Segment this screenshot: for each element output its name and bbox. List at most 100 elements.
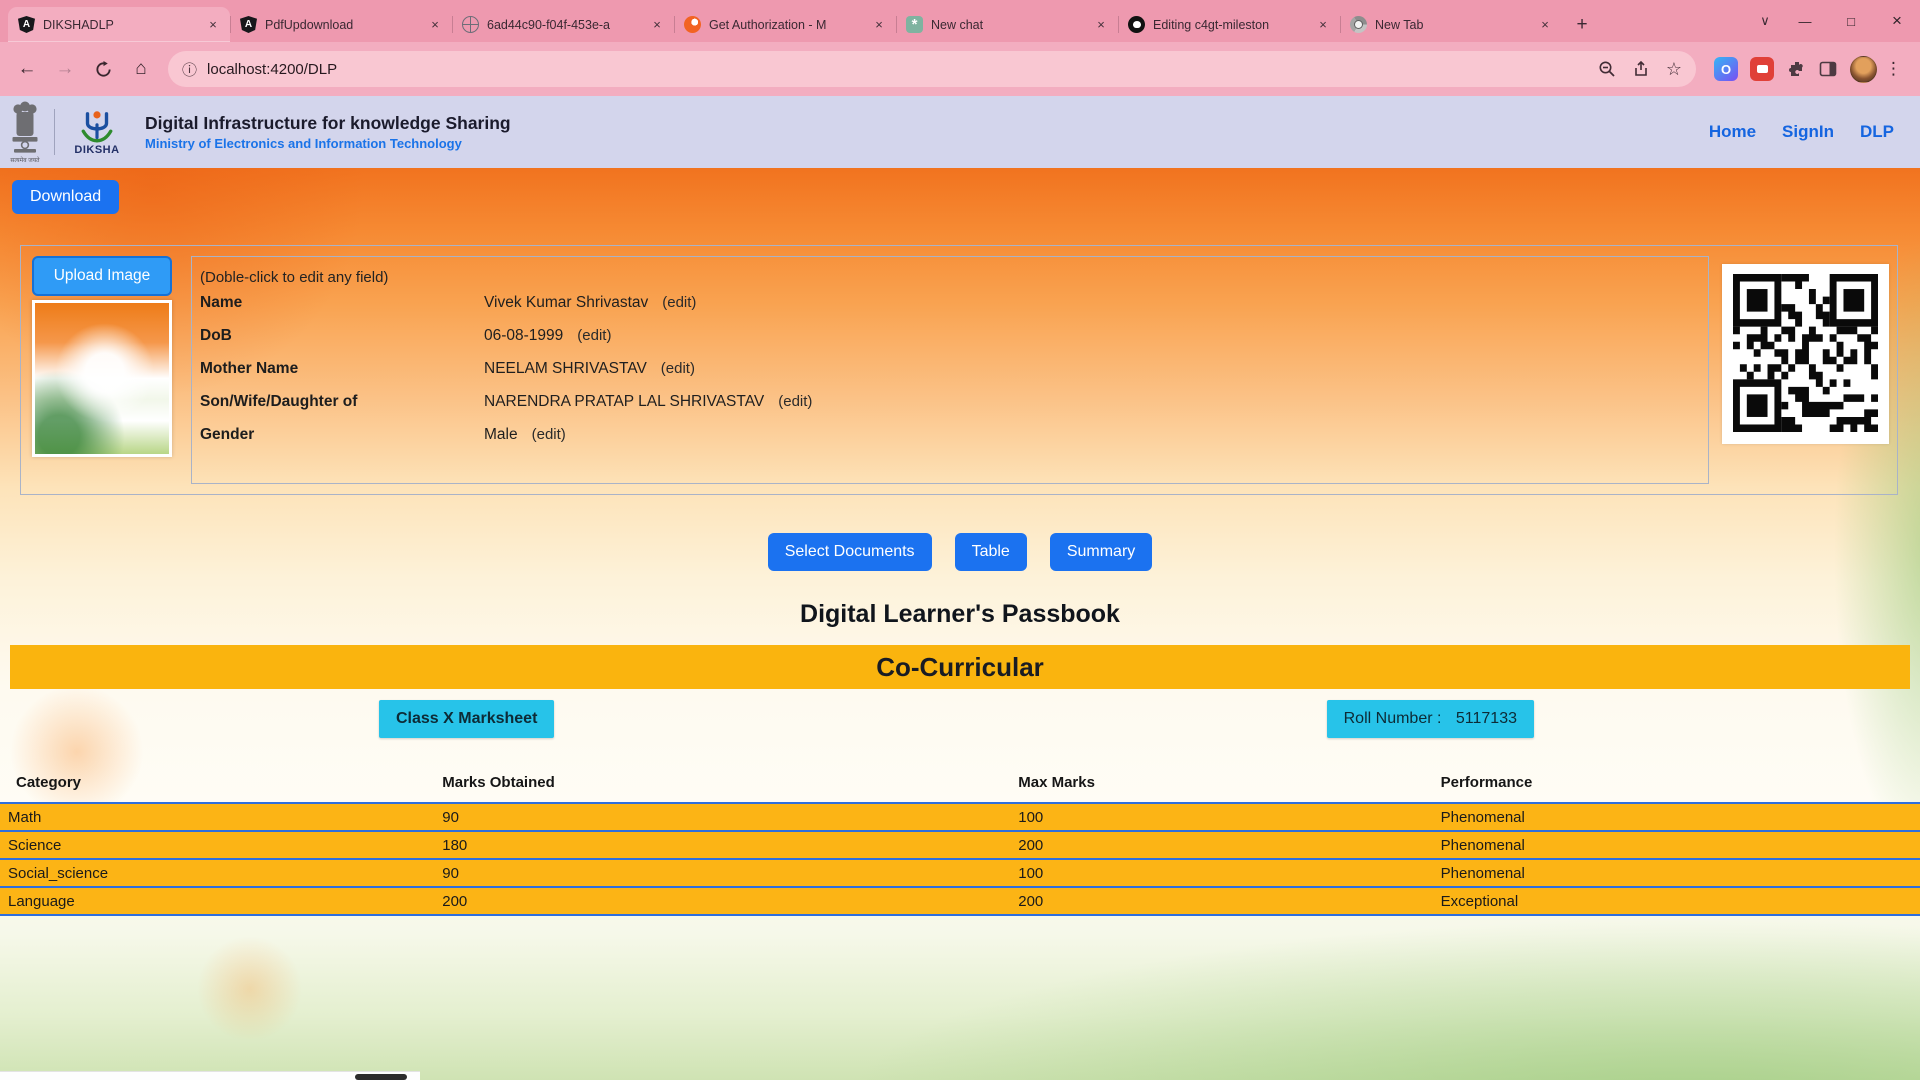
field-value[interactable]: NEELAM SHRIVASTAV bbox=[484, 360, 647, 378]
tab-new-tab[interactable]: New Tab × bbox=[1340, 7, 1562, 42]
field-row-name: Name Vivek Kumar Shrivastav (edit) bbox=[200, 294, 1698, 327]
chrome-icon bbox=[1350, 16, 1367, 33]
field-label: Name bbox=[200, 294, 484, 312]
tab-dikshadlp[interactable]: A DIKSHADLP × bbox=[8, 7, 230, 42]
tab-title: DIKSHADLP bbox=[43, 18, 196, 32]
tab-title: New chat bbox=[931, 18, 1084, 32]
field-label: DoB bbox=[200, 327, 484, 345]
field-row-gender: Gender Male (edit) bbox=[200, 426, 1698, 459]
field-value[interactable]: Male bbox=[484, 426, 518, 444]
field-value[interactable]: NARENDRA PRATAP LAL SHRIVASTAV bbox=[484, 393, 764, 411]
roll-number-value: 5117133 bbox=[1456, 710, 1517, 727]
globe-icon bbox=[462, 16, 479, 33]
nav-link-signin[interactable]: SignIn bbox=[1782, 122, 1834, 142]
cell-max-marks: 200 bbox=[1002, 831, 1424, 859]
emblem-caption: सत्यमेव जयते bbox=[10, 158, 40, 164]
dlp-page: Download Upload Image (Doble-click to ed… bbox=[0, 168, 1920, 1080]
cell-max-marks: 200 bbox=[1002, 887, 1424, 915]
chatgpt-icon: * bbox=[906, 16, 923, 33]
field-value[interactable]: 06-08-1999 bbox=[484, 327, 563, 345]
table-button[interactable]: Table bbox=[955, 533, 1027, 571]
field-label: Mother Name bbox=[200, 360, 484, 378]
edit-link[interactable]: (edit) bbox=[778, 393, 812, 410]
tab-title: Editing c4gt-mileston bbox=[1153, 18, 1306, 32]
tab-get-authorization[interactable]: Get Authorization - M × bbox=[674, 7, 896, 42]
tab-close-icon[interactable]: × bbox=[1092, 16, 1110, 34]
tab-close-icon[interactable]: × bbox=[204, 16, 222, 34]
nav-link-dlp[interactable]: DLP bbox=[1860, 122, 1894, 142]
cell-marks-obtained: 180 bbox=[426, 831, 1002, 859]
browser-menu-icon[interactable]: ⋮ bbox=[1881, 59, 1910, 79]
cell-max-marks: 100 bbox=[1002, 859, 1424, 887]
cell-performance: Phenomenal bbox=[1425, 831, 1920, 859]
summary-button[interactable]: Summary bbox=[1050, 533, 1152, 571]
edit-link[interactable]: (edit) bbox=[661, 360, 695, 377]
edit-link[interactable]: (edit) bbox=[532, 426, 566, 443]
scrollbar-thumb[interactable] bbox=[355, 1074, 407, 1080]
tab-close-icon[interactable]: × bbox=[1536, 16, 1554, 34]
table-row: Science 180 200 Phenomenal bbox=[0, 831, 1920, 859]
tab-search-chevron-icon[interactable]: ∨ bbox=[1748, 13, 1782, 29]
class-x-marksheet-button[interactable]: Class X Marksheet bbox=[379, 700, 554, 738]
qr-code bbox=[1722, 264, 1889, 444]
tab-close-icon[interactable]: × bbox=[648, 16, 666, 34]
cell-category: Social_science bbox=[0, 859, 426, 887]
nav-link-home[interactable]: Home bbox=[1709, 122, 1756, 142]
section-banner: Co-Curricular bbox=[10, 645, 1910, 689]
download-button[interactable]: Download bbox=[12, 180, 119, 214]
profile-avatar[interactable] bbox=[1850, 56, 1877, 83]
field-label: Gender bbox=[200, 426, 484, 444]
field-row-guardian: Son/Wife/Daughter of NARENDRA PRATAP LAL… bbox=[200, 393, 1698, 426]
share-icon[interactable] bbox=[1632, 60, 1650, 78]
edit-link[interactable]: (edit) bbox=[662, 294, 696, 311]
tab-close-icon[interactable]: × bbox=[870, 16, 888, 34]
tab-new-chat[interactable]: * New chat × bbox=[896, 7, 1118, 42]
profile-card: Upload Image (Doble-click to edit any fi… bbox=[20, 245, 1898, 495]
window-close-button[interactable]: × bbox=[1874, 0, 1920, 42]
back-icon[interactable]: ← bbox=[10, 52, 44, 86]
tab-pdfupdownload[interactable]: A PdfUpdownload × bbox=[230, 7, 452, 42]
zoom-icon[interactable] bbox=[1598, 60, 1616, 78]
select-documents-button[interactable]: Select Documents bbox=[768, 533, 932, 571]
diksha-logo: DIKSHA bbox=[69, 108, 125, 156]
window-minimize-button[interactable]: — bbox=[1782, 0, 1828, 42]
roll-number-button[interactable]: Roll Number : 5117133 bbox=[1327, 700, 1534, 738]
url-text[interactable]: localhost:4200/DLP bbox=[207, 61, 1588, 78]
roll-number-label: Roll Number : bbox=[1344, 710, 1442, 727]
cell-marks-obtained: 90 bbox=[426, 803, 1002, 831]
field-value[interactable]: Vivek Kumar Shrivastav bbox=[484, 294, 648, 312]
edit-hint: (Doble-click to edit any field) bbox=[200, 269, 1698, 286]
browser-toolbar: ← → ⌂ ⓘ localhost:4200/DLP ☆ O ⋮ bbox=[0, 42, 1920, 96]
reload-icon[interactable] bbox=[86, 52, 120, 86]
address-bar[interactable]: ⓘ localhost:4200/DLP ☆ bbox=[168, 51, 1696, 87]
side-panel-icon[interactable] bbox=[1818, 59, 1838, 79]
tab-close-icon[interactable]: × bbox=[1314, 16, 1332, 34]
extension-red-icon[interactable] bbox=[1750, 57, 1774, 81]
cell-category: Math bbox=[0, 803, 426, 831]
profile-image bbox=[32, 300, 172, 457]
home-icon[interactable]: ⌂ bbox=[124, 52, 158, 86]
bookmark-star-icon[interactable]: ☆ bbox=[1666, 59, 1682, 80]
tab-editing-c4gt[interactable]: Editing c4gt-mileston × bbox=[1118, 7, 1340, 42]
column-header-performance: Performance bbox=[1425, 765, 1920, 803]
window-maximize-button[interactable]: □ bbox=[1828, 0, 1874, 42]
field-row-dob: DoB 06-08-1999 (edit) bbox=[200, 327, 1698, 360]
tab-close-icon[interactable]: × bbox=[426, 16, 444, 34]
extension-o-icon[interactable]: O bbox=[1714, 57, 1738, 81]
table-row: Language 200 200 Exceptional bbox=[0, 887, 1920, 915]
edit-link[interactable]: (edit) bbox=[577, 327, 611, 344]
site-info-icon[interactable]: ⓘ bbox=[182, 59, 197, 80]
tab-title: Get Authorization - M bbox=[709, 18, 862, 32]
browser-tab-strip: A DIKSHADLP × A PdfUpdownload × 6ad44c90… bbox=[0, 0, 1920, 42]
table-header-row: Category Marks Obtained Max Marks Perfor… bbox=[0, 765, 1920, 803]
diksha-logo-text: DIKSHA bbox=[74, 144, 119, 156]
forward-icon[interactable]: → bbox=[48, 52, 82, 86]
extensions-puzzle-icon[interactable] bbox=[1786, 59, 1806, 79]
new-tab-button[interactable]: + bbox=[1568, 11, 1596, 39]
document-actions: Select Documents Table Summary bbox=[0, 533, 1920, 571]
upload-image-button[interactable]: Upload Image bbox=[32, 256, 172, 296]
tab-uuid-page[interactable]: 6ad44c90-f04f-453e-a × bbox=[452, 7, 674, 42]
cell-performance: Exceptional bbox=[1425, 887, 1920, 915]
horizontal-scrollbar[interactable] bbox=[0, 1071, 420, 1080]
cell-marks-obtained: 90 bbox=[426, 859, 1002, 887]
